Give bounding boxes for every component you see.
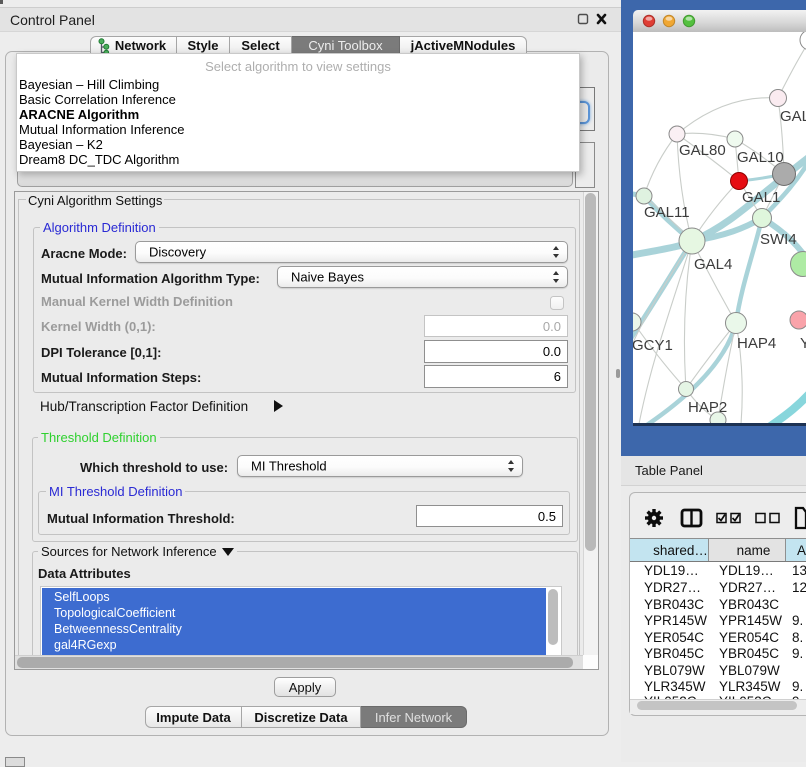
svg-text:GAL80: GAL80 [679,142,726,159]
svg-text:SWI4: SWI4 [760,231,797,248]
svg-text:GAL1: GAL1 [742,189,780,206]
svg-text:HAP4: HAP4 [737,335,776,352]
svg-text:HAP2: HAP2 [688,399,727,416]
svg-text:GCY1: GCY1 [633,337,673,354]
svg-text:GAL: GAL [780,108,806,125]
svg-text:GAL4: GAL4 [694,256,732,273]
svg-text:GAL11: GAL11 [644,204,690,221]
svg-text:GAL10: GAL10 [737,149,784,166]
svg-text:Y: Y [800,335,806,352]
